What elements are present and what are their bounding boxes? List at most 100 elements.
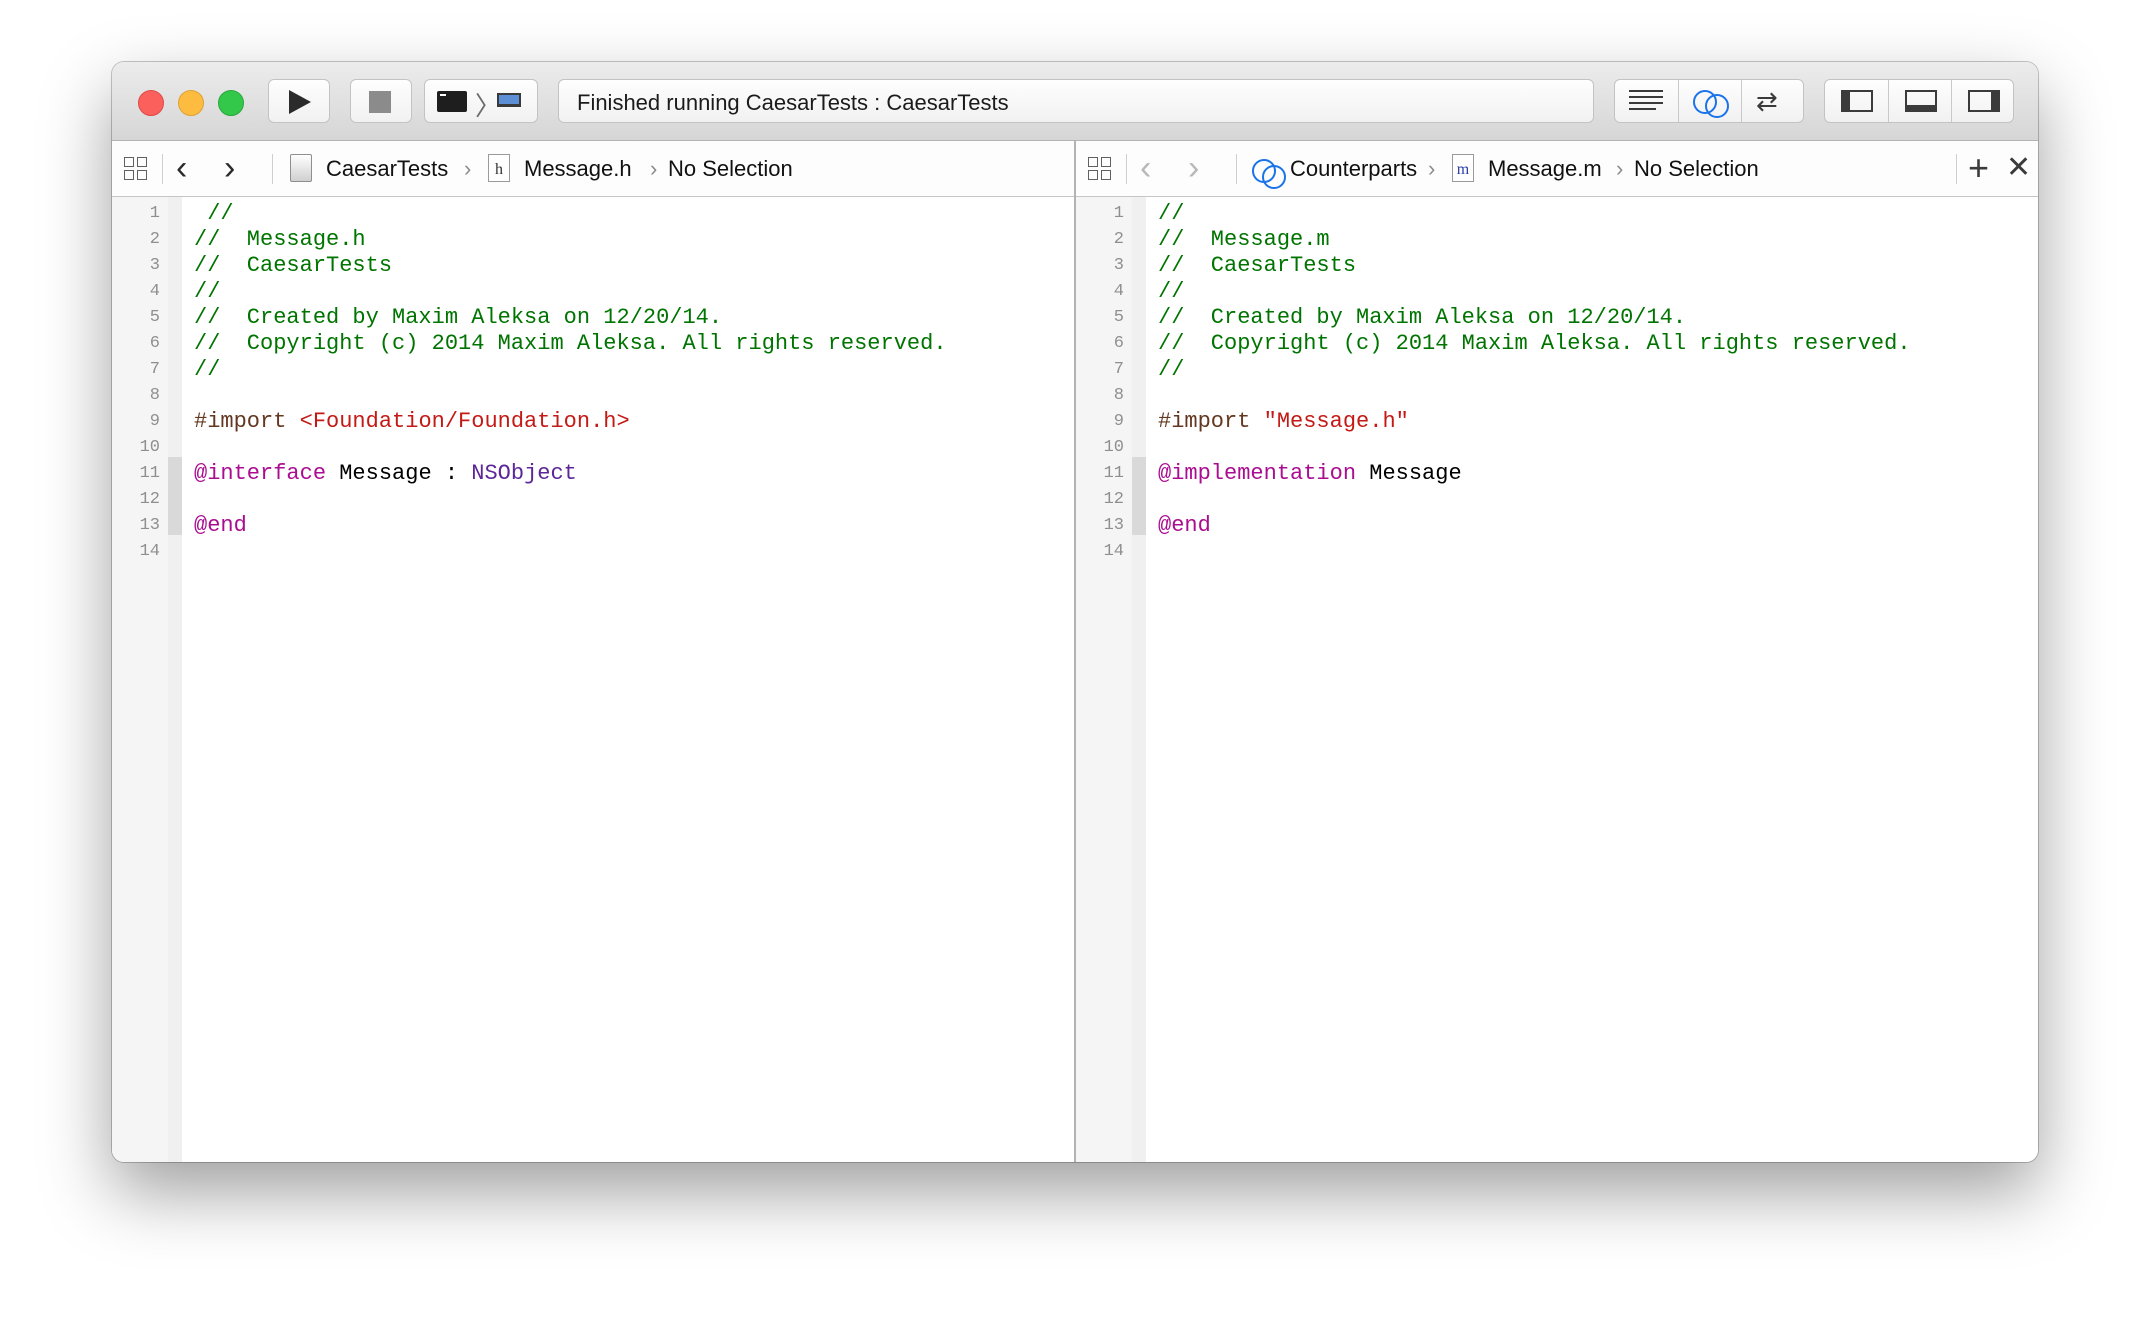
code-line[interactable]: 7 // (112, 357, 1074, 383)
code-token: // Created by Maxim Aleksa on 12/20/14. (1158, 305, 1687, 330)
code-line[interactable]: 5 // Created by Maxim Aleksa on 12/20/14. (112, 305, 1074, 331)
code-token: // CaesarTests (1158, 253, 1357, 278)
navigator-panel-icon (1841, 90, 1873, 112)
toolbar: 〉 Finished running CaesarTests : CaesarT… (112, 62, 2038, 141)
editor-mode-segmented: ⇄ (1614, 79, 1804, 123)
standard-editor-icon (1629, 90, 1663, 114)
status-text: Finished running CaesarTests : CaesarTes… (577, 90, 1009, 115)
code-line[interactable]: 6 // Copyright (c) 2014 Maxim Aleksa. All… (112, 331, 1074, 357)
code-line[interactable]: 6 // Copyright (c) 2014 Maxim Aleksa. All… (1076, 331, 2038, 357)
code-line[interactable]: 5 // Created by Maxim Aleksa on 12/20/14. (1076, 305, 2038, 331)
code-text: // Copyright (c) 2014 Maxim Aleksa. All … (1158, 331, 1911, 357)
back-arrow-icon[interactable]: ‹ (176, 149, 187, 187)
code-line[interactable]: 14 (112, 539, 1074, 565)
code-line[interactable]: 9 #import <Foundation/Foundation.h> (112, 409, 1074, 435)
code-line[interactable]: 1 // (112, 201, 1074, 227)
code-line[interactable]: 10 (112, 435, 1074, 461)
line-number: 9 (1113, 412, 1124, 431)
line-number: 10 (139, 438, 160, 457)
debug-area-toggle-button[interactable] (1888, 80, 1951, 122)
zoom-window-button[interactable] (218, 90, 244, 116)
code-line[interactable]: 7 // (1076, 357, 2038, 383)
code-line[interactable]: 2 // Message.m (1076, 227, 2038, 253)
stop-icon (369, 91, 391, 113)
code-token: // (1158, 357, 1185, 382)
scheme-selector[interactable]: 〉 (424, 79, 538, 123)
code-line[interactable]: 3 // CaesarTests (1076, 253, 2038, 279)
code-line[interactable]: 4 // (1076, 279, 2038, 305)
code-token: "Message.h" (1263, 409, 1409, 434)
utilities-toggle-button[interactable] (1951, 80, 2014, 122)
stop-button[interactable] (350, 79, 412, 123)
standard-editor-button[interactable] (1615, 80, 1677, 122)
code-line[interactable]: 2 // Message.h (112, 227, 1074, 253)
code-text: // (194, 201, 233, 227)
assistant-editor-button[interactable] (1678, 80, 1741, 122)
breadcrumb-mode[interactable]: Counterparts (1290, 141, 1417, 197)
code-text: // Message.m (1158, 227, 1330, 253)
breadcrumb-file[interactable]: Message.m (1488, 141, 1602, 197)
code-text: @end (194, 513, 247, 539)
code-line[interactable]: 14 (1076, 539, 2038, 565)
navigator-toggle-button[interactable] (1825, 80, 1887, 122)
code-line[interactable]: 8 (112, 383, 1074, 409)
code-text: @end (1158, 513, 1211, 539)
code-text: // CaesarTests (194, 253, 392, 279)
code-line[interactable]: 3 // CaesarTests (112, 253, 1074, 279)
code-line[interactable]: 11 @implementation Message (1076, 461, 2038, 487)
code-line[interactable]: 10 (1076, 435, 2038, 461)
code-token: #import (1158, 409, 1264, 434)
code-text: // Copyright (c) 2014 Maxim Aleksa. All … (194, 331, 947, 357)
code-line[interactable]: 13 @end (112, 513, 1074, 539)
run-button[interactable] (268, 79, 330, 123)
line-number: 5 (1113, 308, 1124, 327)
code-line[interactable]: 9 #import "Message.h" (1076, 409, 2038, 435)
code-token: <Foundation/Foundation.h> (299, 409, 630, 434)
breadcrumb-selection[interactable]: No Selection (1634, 141, 1759, 197)
activity-status: Finished running CaesarTests : CaesarTes… (558, 79, 1594, 123)
source-editor[interactable]: 1 // 2 // Message.m 3 // CaesarTests 4 // 5 // Cr… (1076, 201, 2038, 565)
forward-arrow-icon[interactable]: › (1188, 149, 1199, 187)
code-line[interactable]: 11 @interface Message : NSObject (112, 461, 1074, 487)
line-number: 11 (139, 464, 160, 483)
breadcrumb-file[interactable]: Message.h (524, 141, 632, 197)
source-editor[interactable]: 1 // 2 // Message.h 3 // CaesarTests 4 // 5 // C… (112, 201, 1074, 565)
version-editor-button[interactable]: ⇄ (1741, 80, 1804, 122)
line-number: 11 (1103, 464, 1124, 483)
code-token: @interface (194, 461, 327, 486)
jump-bar: ‹ › CaesarTests › h Message.h › No Selec… (112, 141, 1074, 197)
related-items-icon[interactable] (124, 157, 150, 183)
code-line[interactable]: 8 (1076, 383, 2038, 409)
close-editor-icon[interactable]: ✕ (2006, 149, 2031, 187)
code-token: // Message.m (1158, 227, 1330, 252)
line-number: 14 (1103, 542, 1124, 561)
chevron-right-icon: › (464, 156, 472, 181)
code-text: @interface Message : NSObject (194, 461, 577, 487)
code-line[interactable]: 1 // (1076, 201, 2038, 227)
mac-icon (497, 93, 521, 107)
code-line[interactable]: 12 (1076, 487, 2038, 513)
related-items-icon[interactable] (1088, 157, 1114, 183)
code-line[interactable]: 12 (112, 487, 1074, 513)
code-line[interactable]: 4 // (112, 279, 1074, 305)
code-line[interactable]: 13 @end (1076, 513, 2038, 539)
minimize-window-button[interactable] (178, 90, 204, 116)
line-number: 10 (1103, 438, 1124, 457)
chevron-right-icon: › (1616, 156, 1624, 181)
close-window-button[interactable] (138, 90, 164, 116)
back-arrow-icon[interactable]: ‹ (1140, 149, 1151, 187)
xcode-window: 〉 Finished running CaesarTests : CaesarT… (112, 62, 2038, 1162)
line-number: 6 (149, 334, 160, 353)
code-token: // (1158, 279, 1185, 304)
breadcrumb-selection[interactable]: No Selection (668, 141, 793, 197)
forward-arrow-icon[interactable]: › (224, 149, 235, 187)
terminal-icon (437, 91, 467, 112)
line-number: 9 (149, 412, 160, 431)
utilities-panel-icon (1968, 90, 2000, 112)
line-number: 1 (149, 204, 160, 223)
line-number: 12 (139, 490, 160, 509)
code-token: // CaesarTests (194, 253, 393, 278)
implementation-file-icon: m (1452, 154, 1474, 182)
breadcrumb-project[interactable]: CaesarTests (326, 141, 448, 197)
add-editor-icon[interactable]: + (1968, 147, 1989, 189)
